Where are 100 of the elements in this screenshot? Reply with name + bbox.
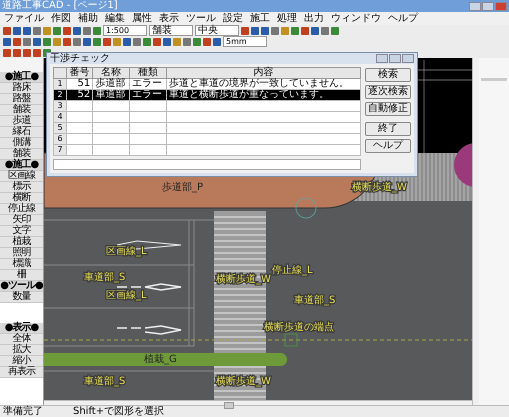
palette-item[interactable]: ●施工●	[0, 160, 43, 171]
palette-item[interactable]: 側溝	[0, 138, 43, 149]
table-cell: 車道と横断歩道が重なっています。	[166, 90, 360, 100]
palette-item[interactable]: 再表示	[0, 367, 43, 378]
menu-item[interactable]: 処理	[277, 12, 297, 24]
table-cell: 52	[66, 90, 93, 100]
minimize-icon[interactable]	[469, 2, 481, 10]
drawing-label: 車道部_S	[84, 272, 126, 283]
palette-item[interactable]: 舗装	[0, 105, 43, 116]
minimize-icon[interactable]	[376, 54, 388, 63]
menu-item[interactable]: 施工	[250, 12, 270, 24]
table-row[interactable]: 5	[54, 122, 360, 134]
square-marker	[284, 334, 298, 346]
island-shape	[454, 143, 472, 187]
circle-marker	[296, 198, 316, 218]
vertical-scrollbar[interactable]	[472, 58, 479, 405]
palette-item[interactable]: 縮小	[0, 356, 43, 367]
drawing-label: 車道部_S	[84, 376, 126, 387]
palette-item[interactable]: 停止線	[0, 204, 43, 215]
table-cell	[92, 100, 130, 112]
row-number: 1	[54, 78, 66, 90]
palette-item[interactable]: 柵	[0, 270, 43, 281]
menu-item[interactable]: 表示	[159, 12, 179, 24]
column-header: 名称	[92, 68, 130, 78]
palette-item[interactable]: 歩道	[0, 116, 43, 127]
palette-item[interactable]: 植栽	[0, 237, 43, 248]
arrow-marking	[116, 325, 182, 335]
text-size-dropdown[interactable]: 5mm	[223, 36, 267, 47]
dialog-button[interactable]: 検索	[365, 68, 411, 82]
palette-item[interactable]: 標識	[0, 259, 43, 270]
palette-item[interactable]: 拡大	[0, 345, 43, 356]
close-icon[interactable]	[402, 54, 414, 63]
table-row[interactable]: 2 52 車道部 エラー 車道と横断歩道が重なっています。	[54, 90, 360, 100]
palette-item[interactable]: 標示	[0, 182, 43, 193]
table-cell	[92, 134, 130, 144]
palette-item[interactable]: 横断	[0, 193, 43, 204]
table-cell	[130, 100, 166, 112]
table-cell	[66, 100, 93, 112]
row-number: 2	[54, 90, 66, 100]
table-cell	[66, 144, 93, 156]
table-cell	[130, 134, 166, 144]
row-number: 6	[54, 134, 66, 144]
menu-item[interactable]: 属性	[132, 12, 152, 24]
maximize-icon[interactable]	[482, 2, 494, 10]
table-cell: 車道部	[92, 90, 130, 100]
dialog-button[interactable]: 終了	[365, 122, 411, 136]
dialog-button[interactable]: 自動修正	[365, 102, 411, 116]
palette-item[interactable]: 路床	[0, 83, 43, 94]
table-cell	[92, 112, 130, 122]
table-cell	[92, 122, 130, 134]
palette-item[interactable]: 照明	[0, 248, 43, 259]
row-number: 3	[54, 100, 66, 112]
dialog-button[interactable]: ヘルプ	[365, 139, 411, 153]
palette-item[interactable]: 路盤	[0, 94, 43, 105]
table-row[interactable]: 4	[54, 112, 360, 122]
palette-item[interactable]: ●表示●	[0, 323, 43, 334]
palette-item[interactable]: 矢印	[0, 215, 43, 226]
table-row[interactable]: 6	[54, 134, 360, 144]
table-cell	[130, 112, 166, 122]
maximize-icon[interactable]	[389, 54, 401, 63]
palette-item[interactable]: 区画線	[0, 171, 43, 182]
table-row[interactable]: 3	[54, 100, 360, 112]
drawing-label: 停止線_L	[272, 265, 313, 276]
palette-item[interactable]: 文字	[0, 226, 43, 237]
menu-item[interactable]: ファイル	[4, 12, 44, 24]
status-text: Shift+で図形を選択	[73, 406, 164, 417]
menu-item[interactable]: 出力	[304, 12, 324, 24]
drawing-label: 車道部_S	[294, 295, 336, 306]
table-cell	[92, 144, 130, 156]
palette-item[interactable]: ●ツール●	[0, 281, 43, 292]
menu-item[interactable]: 補助	[78, 12, 98, 24]
table-cell	[66, 112, 93, 122]
column-header: 番号	[66, 68, 93, 78]
drawing-label: 区画線_L	[106, 246, 147, 257]
menu-item[interactable]: 編集	[105, 12, 125, 24]
line-dropdown[interactable]: 中央	[195, 25, 239, 36]
window-title: 道路工事CAD - [ページ1]	[2, 0, 118, 12]
layer-dropdown[interactable]: 舗装	[149, 25, 193, 36]
row-number: 5	[54, 122, 66, 134]
column-header: 内容	[166, 68, 360, 78]
menu-item[interactable]: ツール	[186, 12, 216, 24]
palette-item[interactable]: 全体	[0, 334, 43, 345]
menu-item[interactable]: ヘルプ	[388, 12, 418, 24]
palette-item[interactable]: 縁石	[0, 127, 43, 138]
table-cell	[66, 122, 93, 134]
menu-item[interactable]: ウィンドウ	[331, 12, 381, 24]
row-number: 4	[54, 112, 66, 122]
drawing-label: 横断歩道の端点	[264, 322, 334, 333]
menu-item[interactable]: 作図	[51, 12, 71, 24]
palette-item[interactable]: 舗装	[0, 149, 43, 160]
table-cell	[66, 134, 93, 144]
palette-item[interactable]: ●施工●	[0, 72, 43, 83]
dialog-button[interactable]: 逐次検索	[365, 85, 411, 99]
scale-dropdown[interactable]: 1:500	[103, 25, 147, 36]
table-cell	[130, 144, 166, 156]
menu-item[interactable]: 設定	[223, 12, 243, 24]
arrow-marking	[116, 283, 182, 291]
palette-item[interactable]: 数量	[0, 292, 43, 303]
table-row[interactable]: 7	[54, 144, 360, 156]
drawing-label: 歩道部_P	[162, 182, 204, 193]
